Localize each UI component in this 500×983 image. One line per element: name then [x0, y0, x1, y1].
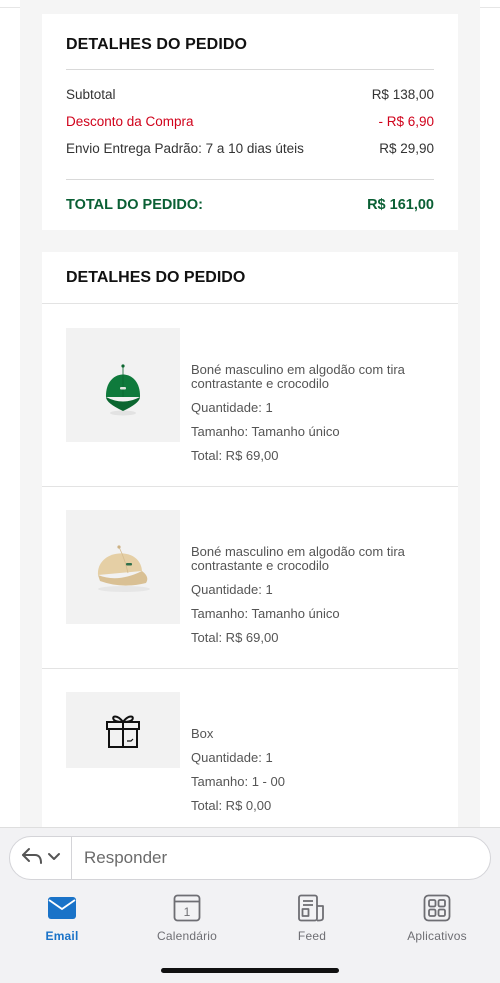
- product-info: Boné masculino em algodão com tira contr…: [191, 363, 431, 473]
- product-info: Box Quantidade: 1 Tamanho: 1 - 00 Total:…: [191, 727, 431, 823]
- product-size: Tamanho: Tamanho único: [191, 424, 340, 439]
- product-total: Total: R$ 0,00: [191, 798, 272, 813]
- envelope-icon: [7, 892, 117, 924]
- home-indicator: [161, 968, 339, 973]
- order-total-row: TOTAL DO PEDIDO: R$ 161,00: [66, 197, 434, 213]
- product-quantity: Quantidade: 1: [191, 400, 273, 415]
- tab-email[interactable]: Email: [7, 892, 117, 943]
- order-details-card: DETALHES DO PEDIDO Boné masculino em alg…: [42, 252, 458, 852]
- product-total: Total: R$ 69,00: [191, 630, 279, 645]
- order-summary-card: DETALHES DO PEDIDO Subtotal R$ 138,00 De…: [42, 14, 458, 230]
- feed-icon: [257, 892, 367, 924]
- order-total-label: TOTAL DO PEDIDO:: [66, 197, 203, 213]
- discount-value: - R$ 6,90: [378, 114, 434, 129]
- product-quantity: Quantidade: 1: [191, 750, 273, 765]
- tab-aplicativos[interactable]: Aplicativos: [382, 892, 492, 943]
- apps-icon: [382, 892, 492, 924]
- shipping-label: Envio Entrega Padrão: 7 a 10 dias úteis: [66, 141, 304, 156]
- tab-calendario-label: Calendário: [156, 929, 218, 943]
- product-size: Tamanho: 1 - 00: [191, 774, 285, 789]
- list-item[interactable]: Box Quantidade: 1 Tamanho: 1 - 00 Total:…: [42, 668, 458, 828]
- discount-label: Desconto da Compra: [66, 114, 194, 129]
- chevron-down-icon[interactable]: [46, 849, 62, 867]
- product-name: Boné masculino em algodão com tira contr…: [191, 544, 405, 573]
- details-title: DETALHES DO PEDIDO: [66, 269, 246, 286]
- product-name: Boné masculino em algodão com tira contr…: [191, 362, 405, 391]
- calendar-icon: 1: [132, 892, 242, 924]
- reply-input[interactable]: Responder: [72, 848, 167, 868]
- tab-feed[interactable]: Feed: [257, 892, 367, 943]
- order-total-value: R$ 161,00: [367, 197, 434, 213]
- bottom-toolbar: Responder Email 1 Calendário Feed Aplica…: [0, 827, 500, 983]
- subtotal-value: R$ 138,00: [371, 87, 434, 102]
- subtotal-row: Subtotal R$ 138,00: [66, 87, 434, 102]
- shipping-value: R$ 29,90: [379, 141, 434, 156]
- list-item[interactable]: Boné masculino em algodão com tira contr…: [42, 304, 458, 487]
- tab-bar: Email 1 Calendário Feed Aplicativos: [0, 892, 500, 952]
- summary-title: DETALHES DO PEDIDO: [66, 36, 248, 53]
- product-image-beige-cap[interactable]: [66, 510, 180, 624]
- reply-options-button[interactable]: [10, 836, 72, 880]
- tab-aplicativos-label: Aplicativos: [407, 929, 467, 943]
- product-name: Box: [191, 726, 214, 741]
- product-info: Boné masculino em algodão com tira contr…: [191, 545, 431, 655]
- tab-email-label: Email: [45, 929, 79, 943]
- product-quantity: Quantidade: 1: [191, 582, 273, 597]
- product-size: Tamanho: Tamanho único: [191, 606, 340, 621]
- gift-box-icon[interactable]: [66, 692, 180, 768]
- tab-feed-label: Feed: [297, 929, 327, 943]
- discount-row: Desconto da Compra - R$ 6,90: [66, 114, 434, 129]
- subtotal-label: Subtotal: [66, 87, 116, 102]
- summary-divider-bottom: [66, 179, 434, 180]
- reply-icon[interactable]: [20, 846, 44, 871]
- tab-calendario[interactable]: 1 Calendário: [132, 892, 242, 943]
- calendar-day: 1: [184, 905, 191, 919]
- list-item[interactable]: Boné masculino em algodão com tira contr…: [42, 486, 458, 669]
- reply-bar[interactable]: Responder: [9, 836, 491, 880]
- shipping-row: Envio Entrega Padrão: 7 a 10 dias úteis …: [66, 141, 434, 156]
- product-image-green-cap[interactable]: [66, 328, 180, 442]
- summary-divider-top: [66, 69, 434, 70]
- product-total: Total: R$ 69,00: [191, 448, 279, 463]
